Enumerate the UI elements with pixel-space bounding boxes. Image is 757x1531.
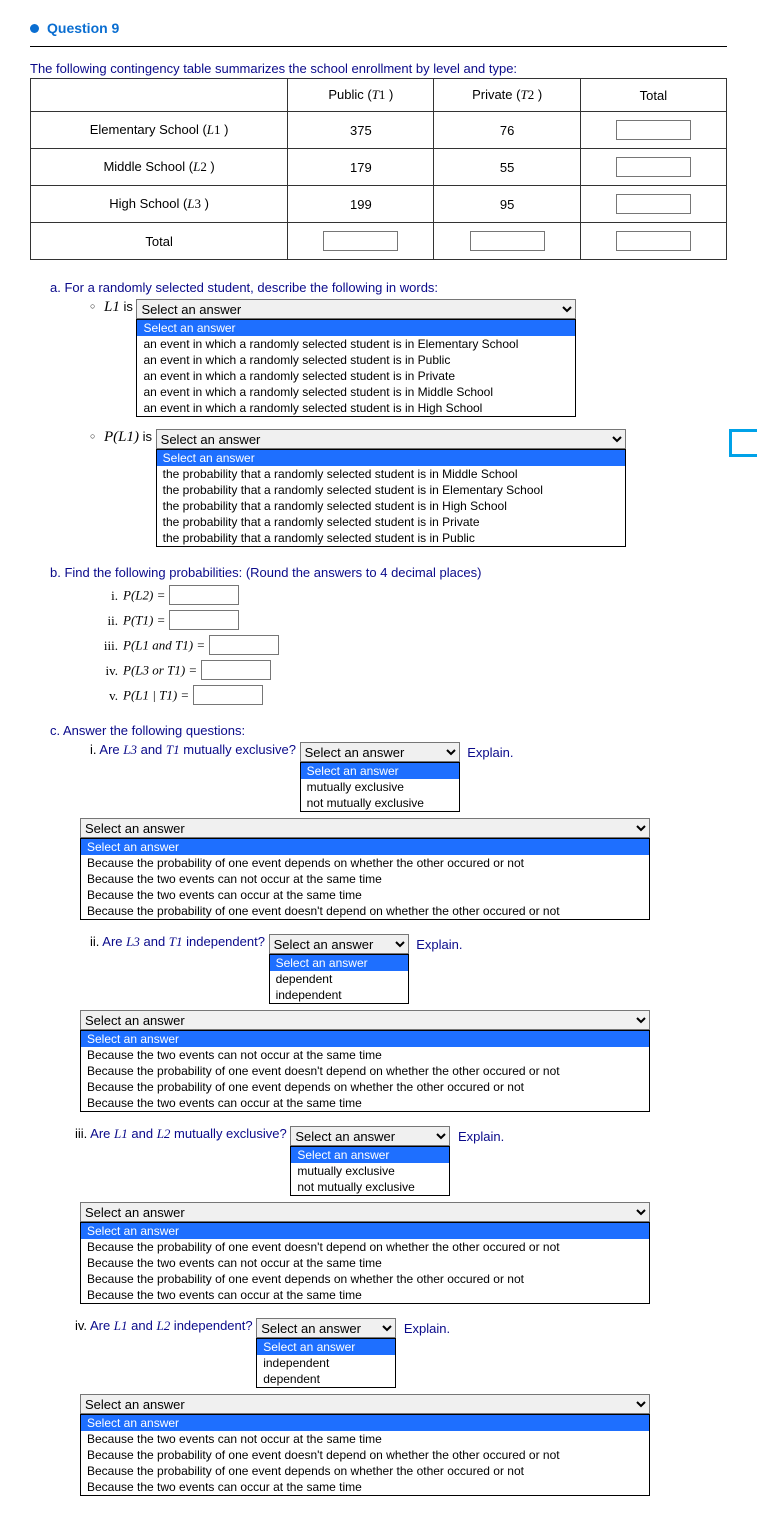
- l1-symbol: L1: [104, 299, 120, 315]
- question-bullet-icon: [30, 24, 39, 33]
- pl1-symbol: P(L1): [104, 429, 139, 445]
- total-input-c2[interactable]: [470, 231, 545, 251]
- c2-dropdown[interactable]: Select an answer dependent independent: [269, 954, 409, 1004]
- col-blank: [31, 79, 288, 112]
- c2-reason-select[interactable]: Select an answer: [80, 1010, 650, 1030]
- pl3t1-input[interactable]: [201, 660, 271, 680]
- l1-select[interactable]: Select an answer: [136, 299, 576, 319]
- a-pl1-item: P(L1) is Select an answer Select an answ…: [90, 429, 727, 547]
- total-input-r2[interactable]: [616, 157, 691, 177]
- highlight-box: [729, 429, 757, 457]
- c1-reason-dropdown[interactable]: Select an answer Because the probability…: [80, 838, 650, 920]
- pt1-input[interactable]: [169, 610, 239, 630]
- col-total: Total: [580, 79, 726, 112]
- part-c-title: c. Answer the following questions:: [50, 723, 727, 738]
- c4-select[interactable]: Select an answer: [256, 1318, 396, 1338]
- pl1-select[interactable]: Select an answer: [156, 429, 626, 449]
- pl2-input[interactable]: [169, 585, 239, 605]
- table-row: Total: [31, 223, 727, 260]
- a-l1-item: L1 is Select an answer Select an answer …: [90, 299, 727, 417]
- table-row: Middle School (L2 ) 179 55: [31, 149, 727, 186]
- c2-select[interactable]: Select an answer: [269, 934, 409, 954]
- is-label: is: [143, 429, 152, 444]
- row-label: Middle School (L2 ): [31, 149, 288, 186]
- c2-reason-dropdown[interactable]: Select an answer Because the two events …: [80, 1030, 650, 1112]
- question-title: Question 9: [47, 20, 119, 36]
- contingency-table: Public (T1 ) Private (T2 ) Total Element…: [30, 78, 727, 260]
- c1-reason-select[interactable]: Select an answer: [80, 818, 650, 838]
- total-input-c1[interactable]: [323, 231, 398, 251]
- c4-reason-dropdown[interactable]: Select an answer Because the two events …: [80, 1414, 650, 1496]
- c3-reason-dropdown[interactable]: Select an answer Because the probability…: [80, 1222, 650, 1304]
- pl1ct1-input[interactable]: [193, 685, 263, 705]
- col-private: Private (T2 ): [434, 79, 580, 112]
- c3-select[interactable]: Select an answer: [290, 1126, 450, 1146]
- table-row: High School (L3 ) 199 95: [31, 186, 727, 223]
- c3-dropdown[interactable]: Select an answer mutually exclusive not …: [290, 1146, 450, 1196]
- table-row: Elementary School (L1 ) 375 76: [31, 112, 727, 149]
- part-a-title: a. For a randomly selected student, desc…: [50, 280, 727, 295]
- part-b-title: b. Find the following probabilities: (Ro…: [50, 565, 727, 580]
- divider: [30, 46, 727, 47]
- l1-dropdown[interactable]: Select an answer an event in which a ran…: [136, 319, 576, 417]
- is-label: is: [123, 299, 132, 314]
- total-input-r3[interactable]: [616, 194, 691, 214]
- c4-dropdown[interactable]: Select an answer independent dependent: [256, 1338, 396, 1388]
- c1-select[interactable]: Select an answer: [300, 742, 460, 762]
- c1-dropdown[interactable]: Select an answer mutually exclusive not …: [300, 762, 460, 812]
- row-label: High School (L3 ): [31, 186, 288, 223]
- grand-total-input[interactable]: [616, 231, 691, 251]
- row-label: Elementary School (L1 ): [31, 112, 288, 149]
- pl1-dropdown[interactable]: Select an answer the probability that a …: [156, 449, 626, 547]
- intro-text: The following contingency table summariz…: [30, 61, 727, 76]
- total-input-r1[interactable]: [616, 120, 691, 140]
- col-public: Public (T1 ): [288, 79, 434, 112]
- question-header: Question 9: [30, 20, 727, 36]
- c3-reason-select[interactable]: Select an answer: [80, 1202, 650, 1222]
- pl1t1-input[interactable]: [209, 635, 279, 655]
- c4-reason-select[interactable]: Select an answer: [80, 1394, 650, 1414]
